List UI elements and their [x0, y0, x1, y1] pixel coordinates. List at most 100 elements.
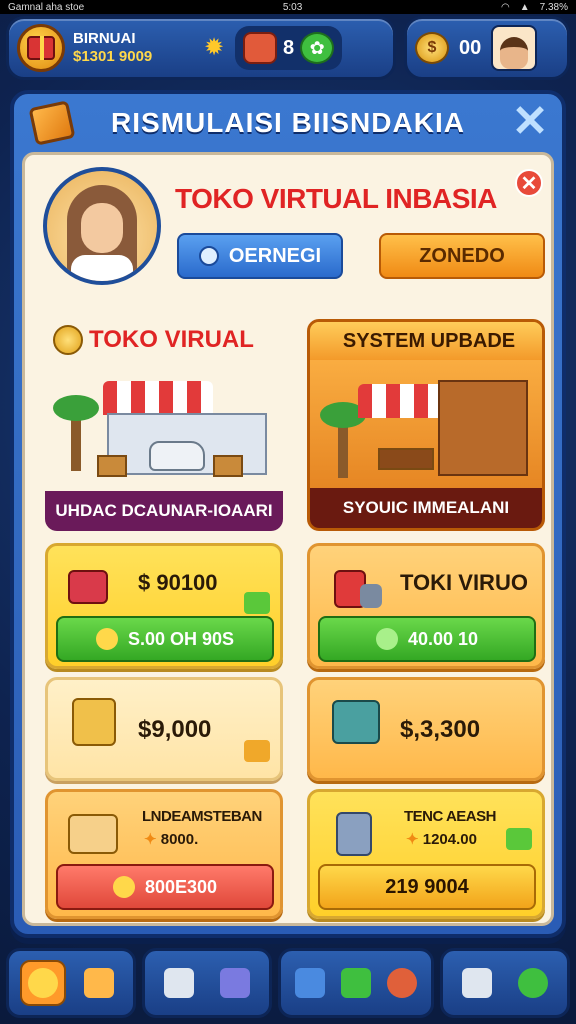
buy-button[interactable]: 219 9004 [318, 864, 536, 910]
nav-compass-button[interactable] [510, 960, 556, 1006]
buy-button[interactable]: S.00 OH 90S [56, 616, 274, 662]
cash-box-icon [62, 806, 126, 858]
tile-sub-value: 1204.00 [422, 831, 477, 848]
jar-icon [220, 968, 250, 998]
shop-card-system-upgrade[interactable]: SYSTEM UPBADE SYOUIC IMMEALANI [307, 319, 545, 531]
check-icon [506, 828, 532, 850]
buy-button-label: 800E300 [144, 876, 218, 897]
cube-icon [462, 968, 492, 998]
bottom-nav [6, 948, 570, 1018]
shop-card-title-text: TOKO VIRUAL [89, 326, 254, 353]
coins-pill[interactable]: $ 00 [404, 16, 570, 80]
gift-box-icon [62, 560, 126, 612]
cafe-illustration [318, 364, 540, 484]
nav-group-1 [6, 948, 136, 1018]
buy-button[interactable]: 40.00 10 [318, 616, 536, 662]
wifi-icon: ◠ [500, 1, 510, 13]
battery-text: 7.38% [539, 1, 568, 13]
tile-label: TENC AEASH [404, 808, 496, 825]
player-money: $1301 9009 [73, 48, 153, 65]
shop-card-virtual[interactable]: TOKO VIRUAL UHDAC DCAUNAR-IOAARI [45, 319, 283, 531]
compass-icon [518, 968, 548, 998]
kiosk-icon [324, 560, 388, 612]
register-icon [324, 694, 388, 746]
coin-icon [112, 876, 135, 898]
upgrade-tile[interactable]: LNDEAMSTEBAN ✦ 8000. 800E300 [45, 789, 283, 919]
shop-name: TOKO VIRTUAL INBASIA [175, 183, 497, 214]
gear-icon[interactable]: ✹ [201, 35, 227, 61]
upgrade-tile[interactable]: TOKI VIRUO 40.00 10 [307, 543, 545, 669]
panel-content: TOKO VIRTUAL INBASIA ✕ OERNEGI ZONEDO TO… [22, 152, 554, 926]
nav-group-2 [142, 948, 272, 1018]
player-name: BIRNUAI [73, 30, 136, 47]
close-icon[interactable]: ✕ [508, 100, 552, 144]
leaf-icon: ✿ [300, 32, 335, 64]
tile-value: $9,000 [138, 716, 212, 743]
blue-action-button[interactable]: OERNEGI [177, 233, 343, 279]
status-carrier: Gamnal aha stoe [8, 1, 85, 13]
tile-sub: ✦ 1204.00 [406, 831, 477, 848]
coin-icon [53, 325, 83, 355]
gem-icon [341, 968, 371, 998]
coin-icon [28, 968, 58, 998]
radio-icon [198, 246, 219, 266]
shield-icon [375, 628, 398, 650]
upgrade-tile[interactable]: TENC AEASH ✦ 1204.00 219 9004 [307, 789, 545, 919]
top-bar: BIRNUAI $1301 9009 ✹ 8 ✿ $ 00 [6, 16, 570, 80]
blue-action-label: OERNEGI [228, 244, 322, 267]
resource-package[interactable]: 8 ✿ [235, 26, 343, 70]
tile-value: $,3,300 [400, 716, 481, 743]
signal-icon: ▲ [519, 1, 530, 13]
orange-action-button[interactable]: ZONEDO [379, 233, 545, 279]
box-icon [84, 968, 114, 998]
store-illustration [53, 361, 275, 481]
tile-value: $ 90100 [138, 570, 218, 595]
heart-icon [244, 740, 270, 762]
gift-icon[interactable] [17, 24, 65, 72]
nav-coins-button[interactable] [20, 960, 66, 1006]
buy-button[interactable]: 800E300 [56, 864, 274, 910]
nav-box-button[interactable] [76, 960, 122, 1006]
package-icon [243, 32, 277, 64]
check-icon [244, 592, 270, 614]
nav-group-4 [440, 948, 570, 1018]
upgrade-tile[interactable]: $ 90100 S.00 OH 90S [45, 543, 283, 669]
tile-sub: ✦ 8000. [144, 831, 199, 848]
nav-books-button[interactable] [287, 960, 333, 1006]
map-pin-icon [387, 968, 417, 998]
nav-cube-button[interactable] [454, 960, 500, 1006]
panel-header: RISMULAISI BIISNDAKIA ✕ [14, 94, 562, 152]
player-pill[interactable]: BIRNUAI $1301 9009 ✹ 8 ✿ [6, 16, 396, 80]
player-info: BIRNUAI $1301 9009 [73, 30, 193, 66]
buy-button-label: 219 9004 [385, 875, 469, 898]
business-panel: RISMULAISI BIISNDAKIA ✕ TOKO VIRTUAL INB… [10, 90, 566, 938]
upgrade-tile[interactable]: $9,000 [45, 677, 283, 781]
coins-value: 00 [459, 36, 482, 59]
status-bar: Gamnal aha stoe 5:03 ◠ ▲ 7.38% [0, 0, 576, 14]
cube-icon [28, 100, 76, 146]
tile-sub-value: 8000. [160, 831, 199, 848]
status-right: ◠ ▲ 7.38% [501, 2, 568, 13]
buy-button-label: 40.00 10 [407, 628, 479, 649]
status-time: 5:03 [282, 1, 303, 13]
nav-stats-button[interactable] [156, 960, 202, 1006]
avatar[interactable] [491, 25, 538, 71]
shop-card-title: TOKO VIRUAL [53, 325, 254, 355]
lock-icon [324, 806, 388, 858]
upgrade-tile[interactable]: $,3,300 [307, 677, 545, 781]
resource-package-value: 8 [283, 36, 295, 59]
tile-label: LNDEAMSTEBAN [142, 808, 262, 825]
vending-machine-icon [62, 694, 126, 746]
nav-gem-button[interactable] [333, 960, 379, 1006]
coin-stack-icon: $ [415, 32, 449, 64]
shop-card-title: SYSTEM UPBADE [310, 322, 542, 360]
plus-icon [95, 628, 118, 650]
nav-map-button[interactable] [379, 960, 425, 1006]
book-icon [295, 968, 325, 998]
nav-jar-button[interactable] [212, 960, 258, 1006]
close-icon[interactable]: ✕ [515, 169, 543, 197]
orange-action-label: ZONEDO [419, 244, 505, 267]
panel-title: RISMULAISI BIISNDAKIA [111, 107, 465, 138]
buy-button-label: S.00 OH 90S [127, 628, 235, 649]
nav-group-3 [278, 948, 434, 1018]
